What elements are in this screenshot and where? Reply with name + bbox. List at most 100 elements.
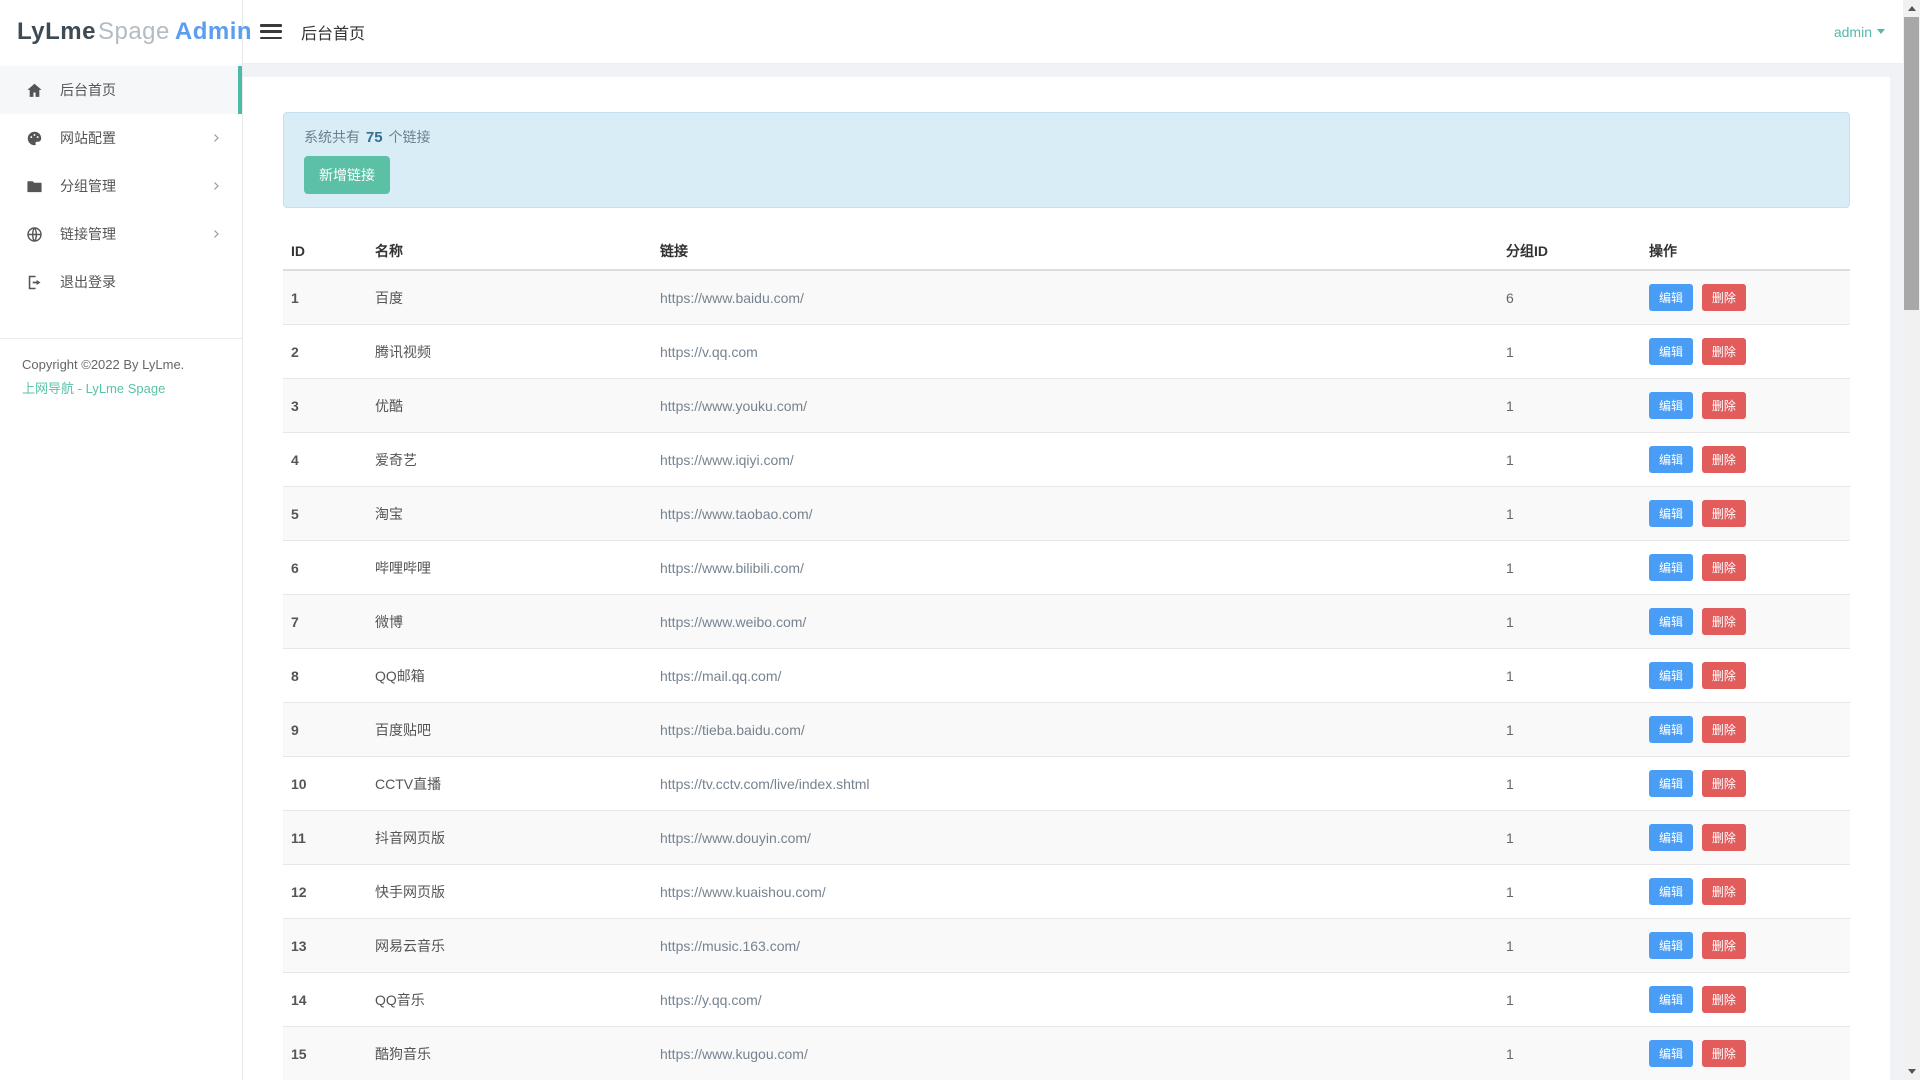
chevron-right-icon [210, 180, 222, 192]
sidebar-item-label: 网站配置 [60, 130, 116, 146]
links-table: ID 名称 链接 分组ID 操作 1 百度 https://www.baidu.… [283, 233, 1850, 1080]
app-logo: LyLme Spage Admin [0, 0, 252, 64]
edit-button[interactable]: 编辑 [1649, 662, 1694, 689]
edit-button[interactable]: 编辑 [1649, 554, 1694, 581]
table-row: 9 百度贴吧 https://tieba.baidu.com/ 1 编辑 删除 [283, 702, 1850, 757]
cell-actions: 编辑 删除 [1641, 1026, 1850, 1080]
edit-button[interactable]: 编辑 [1649, 824, 1694, 851]
cell-name: 百度 [375, 289, 403, 306]
delete-button[interactable]: 删除 [1701, 878, 1746, 905]
footer-link-spage[interactable]: LyLme Spage [86, 381, 166, 396]
main-content: 系统共有 75 个链接 新增链接 ID 名称 链接 分组ID 操作 1 百度 h… [243, 77, 1890, 1080]
edit-button[interactable]: 编辑 [1649, 932, 1694, 959]
delete-button[interactable]: 删除 [1701, 608, 1746, 635]
delete-button[interactable]: 删除 [1701, 1040, 1746, 1067]
delete-button[interactable]: 删除 [1701, 662, 1746, 689]
cell-group: 1 [1498, 1026, 1641, 1080]
delete-button[interactable]: 删除 [1701, 338, 1746, 365]
sidebar-item-label: 分组管理 [60, 178, 116, 194]
cell-actions: 编辑 删除 [1641, 702, 1850, 757]
cell-group: 1 [1498, 756, 1641, 811]
sidebar-item-group-management[interactable]: 分组管理 [0, 162, 242, 210]
delete-button[interactable]: 删除 [1701, 824, 1746, 851]
scrollbar-thumb[interactable] [1904, 17, 1919, 310]
edit-button[interactable]: 编辑 [1649, 1040, 1694, 1067]
edit-button[interactable]: 编辑 [1649, 500, 1694, 527]
cell-url: https://v.qq.com [652, 324, 1498, 379]
link-count-value: 75 [365, 129, 383, 146]
scrollbar-up-arrow-icon[interactable] [1903, 0, 1920, 17]
sidebar-item-site-config[interactable]: 网站配置 [0, 114, 242, 162]
links-table-body: 1 百度 https://www.baidu.com/ 6 编辑 删除 2 腾讯… [283, 270, 1850, 1080]
delete-button[interactable]: 删除 [1701, 446, 1746, 473]
cell-url: https://mail.qq.com/ [652, 648, 1498, 703]
sidebar-item-logout[interactable]: 退出登录 [0, 258, 242, 306]
cell-id: 13 [283, 918, 367, 973]
cell-actions: 编辑 删除 [1641, 432, 1850, 487]
copyright-text: Copyright ©2022 By LyLme. [22, 357, 185, 372]
sidebar-item-dashboard[interactable]: 后台首页 [0, 66, 242, 114]
vertical-scrollbar[interactable] [1903, 0, 1920, 1080]
cell-actions: 编辑 删除 [1641, 594, 1850, 649]
cell-name: 淘宝 [367, 486, 652, 541]
cell-actions: 编辑 删除 [1641, 324, 1850, 379]
edit-button[interactable]: 编辑 [1649, 770, 1694, 797]
cell-id: 12 [283, 864, 367, 919]
cell-name: 酷狗音乐 [367, 1026, 652, 1080]
cell-group: 1 [1498, 972, 1641, 1027]
cell-name: 腾讯视频 [367, 324, 652, 379]
cell-name: 百度贴吧 [367, 702, 652, 757]
cell-id: 3 [283, 378, 367, 433]
table-row: 1 百度 https://www.baidu.com/ 6 编辑 删除 [283, 270, 1850, 325]
table-row: 15 酷狗音乐 https://www.kugou.com/ 1 编辑 删除 [283, 1026, 1850, 1080]
cell-url: https://www.bilibili.com/ [652, 540, 1498, 595]
cell-url: https://music.163.com/ [652, 918, 1498, 973]
table-row: 7 微博 https://www.weibo.com/ 1 编辑 删除 [283, 594, 1850, 649]
cell-url: https://www.iqiyi.com/ [652, 432, 1498, 487]
cell-id: 4 [283, 432, 367, 487]
edit-button[interactable]: 编辑 [1649, 986, 1694, 1013]
hamburger-menu-icon[interactable] [260, 24, 282, 39]
footer-link-nav[interactable]: 上网导航 [22, 381, 74, 396]
edit-button[interactable]: 编辑 [1649, 716, 1694, 743]
delete-button[interactable]: 删除 [1701, 284, 1746, 311]
edit-button[interactable]: 编辑 [1649, 878, 1694, 905]
cell-actions: 编辑 删除 [1641, 378, 1850, 433]
cell-name: 网易云音乐 [367, 918, 652, 973]
edit-button[interactable]: 编辑 [1649, 608, 1694, 635]
cell-url: https://www.douyin.com/ [652, 810, 1498, 865]
delete-button[interactable]: 删除 [1701, 392, 1746, 419]
cell-url: https://www.kuaishou.com/ [652, 864, 1498, 919]
edit-button[interactable]: 编辑 [1649, 338, 1694, 365]
cell-id: 11 [283, 810, 367, 865]
scrollbar-down-arrow-icon[interactable] [1903, 1063, 1920, 1080]
cell-name: 微博 [367, 594, 652, 649]
caret-down-icon [1877, 29, 1885, 34]
delete-button[interactable]: 删除 [1701, 932, 1746, 959]
table-row: 8 QQ邮箱 https://mail.qq.com/ 1 编辑 删除 [283, 648, 1850, 703]
logo-part-spage: Spage [97, 18, 170, 45]
cell-actions: 编辑 删除 [1641, 270, 1850, 325]
cell-actions: 编辑 删除 [1641, 918, 1850, 973]
table-row: 4 爱奇艺 https://www.iqiyi.com/ 1 编辑 删除 [283, 432, 1850, 487]
folder-icon [26, 178, 43, 195]
add-link-button[interactable]: 新增链接 [304, 156, 390, 194]
cell-url: https://www.kugou.com/ [652, 1026, 1498, 1080]
delete-button[interactable]: 删除 [1701, 716, 1746, 743]
delete-button[interactable]: 删除 [1701, 500, 1746, 527]
user-dropdown[interactable]: admin [1834, 24, 1885, 40]
logout-icon [26, 274, 43, 291]
cell-actions: 编辑 删除 [1641, 756, 1850, 811]
cell-name: 爱奇艺 [367, 432, 652, 487]
cell-url: https://www.youku.com/ [652, 378, 1498, 433]
chevron-right-icon [210, 228, 222, 240]
sidebar-item-link-management[interactable]: 链接管理 [0, 210, 242, 258]
cell-url: https://y.qq.com/ [652, 972, 1498, 1027]
edit-button[interactable]: 编辑 [1649, 446, 1694, 473]
edit-button[interactable]: 编辑 [1649, 284, 1694, 311]
cell-actions: 编辑 删除 [1641, 972, 1850, 1027]
edit-button[interactable]: 编辑 [1649, 392, 1694, 419]
delete-button[interactable]: 删除 [1701, 986, 1746, 1013]
delete-button[interactable]: 删除 [1701, 770, 1746, 797]
delete-button[interactable]: 删除 [1701, 554, 1746, 581]
